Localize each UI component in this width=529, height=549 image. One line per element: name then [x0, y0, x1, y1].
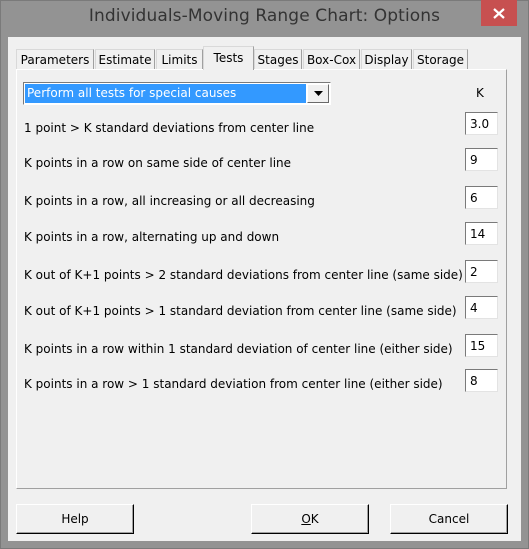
window-title: Individuals-Moving Range Chart: Options — [88, 6, 441, 26]
tab-box-cox[interactable]: Box-Cox — [303, 49, 360, 69]
test-4-label: K points in a row, alternating up and do… — [24, 230, 280, 244]
test-2-k-input[interactable] — [465, 148, 498, 171]
dropdown-arrow-button[interactable] — [307, 84, 329, 103]
tab-parameters[interactable]: Parameters — [16, 49, 94, 69]
ok-button[interactable]: OK — [251, 504, 369, 534]
tab-display[interactable]: Display — [361, 49, 412, 69]
test-1-label: 1 point > K standard deviations from cen… — [24, 121, 315, 135]
tab-stages[interactable]: Stages — [254, 49, 302, 69]
tab-limits[interactable]: Limits — [156, 49, 203, 69]
chevron-down-icon — [313, 91, 323, 96]
tab-estimate[interactable]: Estimate — [95, 49, 155, 69]
test-3-k-input[interactable] — [465, 186, 498, 209]
test-3-label: K points in a row, all increasing or all… — [24, 194, 315, 208]
test-4-k-input[interactable] — [465, 222, 498, 245]
test-2-label: K points in a row on same side of center… — [24, 156, 292, 170]
test-8-k-input[interactable] — [465, 369, 498, 392]
test-6-k-input[interactable] — [465, 296, 498, 319]
dropdown-selected-value: Perform all tests for special causes — [25, 84, 306, 103]
test-5-k-input[interactable] — [465, 260, 498, 283]
test-7-label: K points in a row within 1 standard devi… — [24, 342, 453, 356]
close-icon — [493, 7, 505, 19]
test-5-label: K out of K+1 points > 2 standard deviati… — [24, 268, 463, 282]
cancel-button[interactable]: Cancel — [390, 504, 508, 534]
close-button[interactable] — [481, 0, 517, 26]
test-1-k-input[interactable] — [465, 112, 498, 135]
k-column-header: K — [476, 86, 484, 100]
test-8-label: K points in a row > 1 standard deviation… — [24, 377, 443, 391]
tab-tests[interactable]: Tests — [203, 46, 254, 70]
tab-storage[interactable]: Storage — [413, 49, 468, 69]
ok-mnemonic: O — [301, 512, 311, 526]
test-6-label: K out of K+1 points > 1 standard deviati… — [24, 304, 457, 318]
test-7-k-input[interactable] — [465, 334, 498, 357]
tests-mode-dropdown[interactable]: Perform all tests for special causes — [23, 82, 331, 105]
ok-label-rest: K — [310, 512, 319, 526]
help-button[interactable]: Help — [16, 504, 134, 534]
